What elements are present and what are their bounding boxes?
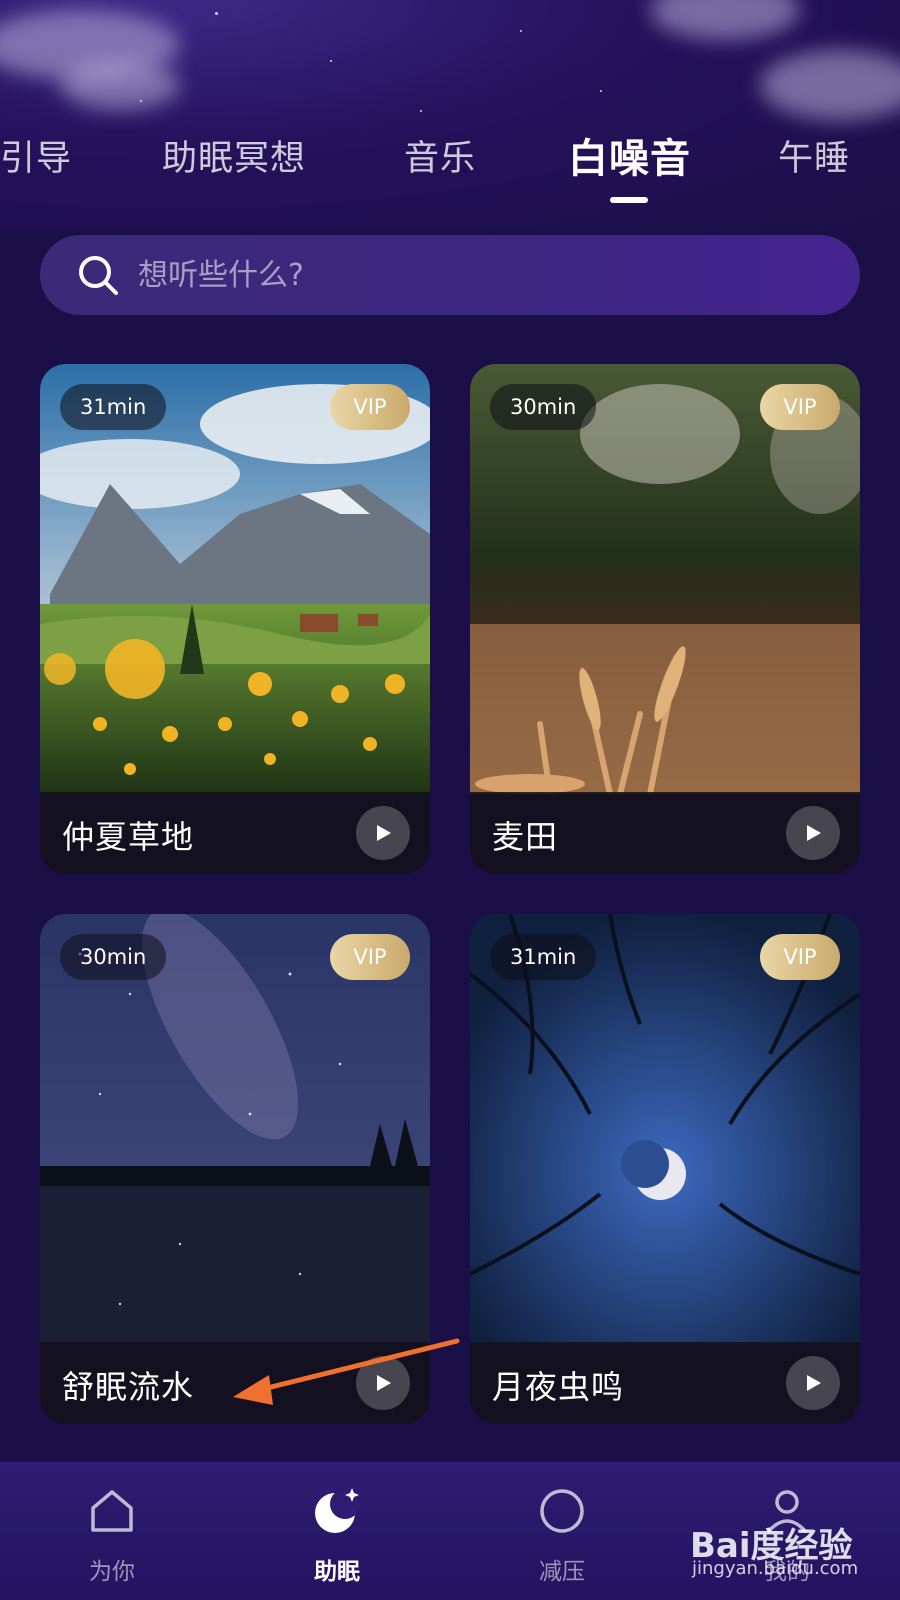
category-tabs: 引导 助眠冥想 音乐 白噪音 午睡	[0, 130, 900, 210]
tab-music[interactable]: 音乐	[404, 130, 476, 181]
tab-meditation[interactable]: 助眠冥想	[162, 130, 306, 181]
play-button[interactable]	[786, 806, 840, 860]
card-title: 月夜虫鸣	[492, 1368, 625, 1406]
play-icon	[377, 825, 391, 841]
home-icon	[91, 1490, 133, 1532]
tab-white-noise[interactable]: 白噪音	[568, 126, 691, 184]
search-icon	[76, 253, 120, 297]
vip-badge: VIP	[330, 384, 410, 430]
card-title: 舒眠流水	[62, 1368, 195, 1406]
play-icon	[807, 1375, 821, 1391]
play-button[interactable]	[356, 806, 410, 860]
nav-label: 减压	[539, 1559, 585, 1585]
card-title: 麦田	[492, 818, 559, 856]
play-icon	[807, 825, 821, 841]
annotation-arrow-icon	[233, 1338, 460, 1405]
sound-card-wheat-field[interactable]: 30min VIP 麦田	[470, 364, 860, 874]
nav-item-sleep-aid[interactable]: 助眠	[257, 1462, 417, 1600]
nav-label: 助眠	[314, 1559, 360, 1585]
card-title: 仲夏草地	[62, 818, 195, 856]
circle-icon	[540, 1489, 584, 1533]
vip-badge: VIP	[760, 934, 840, 980]
duration-badge: 30min	[490, 384, 597, 430]
play-button[interactable]	[786, 1356, 840, 1410]
search-input[interactable]	[138, 257, 778, 293]
vip-badge: VIP	[760, 384, 840, 430]
nav-item-for-you[interactable]: 为你	[32, 1462, 192, 1600]
nav-label: 为你	[89, 1559, 135, 1585]
moon-icon	[315, 1488, 360, 1533]
sound-card-moonlit-crickets[interactable]: 31min VIP 月夜虫鸣	[470, 914, 860, 1424]
nav-item-stress-relief[interactable]: 减压	[482, 1462, 642, 1600]
search-bar[interactable]	[40, 235, 860, 315]
active-tab-indicator	[610, 197, 648, 203]
tab-nap[interactable]: 午睡	[778, 130, 850, 181]
tab-guide[interactable]: 引导	[0, 130, 72, 181]
duration-badge: 31min	[60, 384, 167, 430]
duration-badge: 30min	[60, 934, 167, 980]
baidu-watermark-url: jingyan.baidu.com	[692, 1558, 859, 1579]
duration-badge: 31min	[490, 934, 597, 980]
vip-badge: VIP	[330, 934, 410, 980]
sound-card-meadow[interactable]: 31min VIP 仲夏草地	[40, 364, 430, 874]
